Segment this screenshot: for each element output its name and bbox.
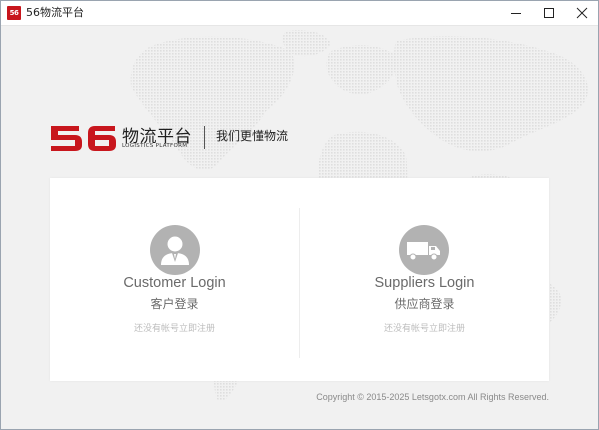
minimize-icon <box>511 13 521 14</box>
logo-name-en: LOGISTICS PLATFORM <box>122 143 188 149</box>
customer-login-card[interactable]: Customer Login 客户登录 还没有帐号立即注册 <box>50 178 299 381</box>
copyright-footer: Copyright © 2015-2025 Letsgotx.com All R… <box>316 392 549 402</box>
customer-register-link[interactable]: 还没有帐号立即注册 <box>50 321 299 334</box>
supplier-login-subtitle[interactable]: 供应商登录 <box>300 295 549 312</box>
maximize-button[interactable] <box>533 1 565 25</box>
supplier-login-title[interactable]: Suppliers Login <box>300 275 549 291</box>
customer-avatar[interactable] <box>150 225 200 275</box>
logo-56-mark <box>51 126 116 151</box>
brand-slogan: 我们更懂物流 <box>216 129 289 143</box>
title-bar[interactable]: 56 56物流平台 <box>1 1 598 26</box>
maximize-icon <box>544 8 554 18</box>
logo-divider <box>204 126 205 149</box>
main-content: 物流平台 LOGISTICS PLATFORM 我们更懂物流 Customer … <box>1 26 598 429</box>
app-icon: 56 <box>7 6 21 20</box>
user-avatar-icon <box>161 236 189 265</box>
supplier-login-card[interactable]: Suppliers Login 供应商登录 还没有帐号立即注册 <box>300 178 549 381</box>
close-icon <box>576 7 588 19</box>
customer-login-title[interactable]: Customer Login <box>50 275 299 291</box>
close-button[interactable] <box>566 1 598 25</box>
truck-icon <box>407 242 440 261</box>
app-window: 56 56物流平台 物流平台 LOGISTICS PLATFORM 我们更懂物流… <box>0 0 599 430</box>
supplier-register-link[interactable]: 还没有帐号立即注册 <box>300 321 549 334</box>
minimize-button[interactable] <box>500 1 532 25</box>
window-title: 56物流平台 <box>26 6 84 19</box>
supplier-avatar[interactable] <box>399 225 449 275</box>
login-panel: Customer Login 客户登录 还没有帐号立即注册 Suppliers … <box>50 178 549 381</box>
customer-login-subtitle[interactable]: 客户登录 <box>50 295 299 312</box>
